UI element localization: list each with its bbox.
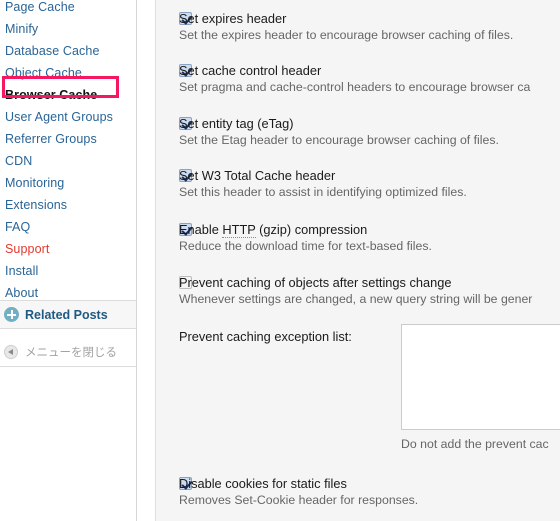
option-disable-cookies-static-files: Disable cookies for static files Removes… — [156, 475, 560, 508]
sidebar-item-monitoring[interactable]: Monitoring — [0, 172, 136, 194]
sidebar-item-database-cache[interactable]: Database Cache — [0, 40, 136, 62]
sidebar-item-cdn[interactable]: CDN — [0, 150, 136, 172]
option-label-enable-http-compression[interactable]: Enable HTTP (gzip) compression — [156, 221, 560, 238]
option-desc-prevent-caching-after-settings-change: Whenever settings are changed, a new que… — [179, 292, 533, 306]
compression-text: (gzip) compression — [255, 222, 368, 237]
sidebar-item-object-cache[interactable]: Object Cache — [0, 62, 136, 84]
option-desc-set-w3-total-cache-header: Set this header to assist in identifying… — [179, 185, 467, 199]
sidebar: Page Cache Minify Database Cache Object … — [0, 0, 137, 521]
sidebar-divider-middle — [0, 328, 136, 329]
triangle-left-icon — [4, 345, 18, 359]
sidebar-item-extensions[interactable]: Extensions — [0, 194, 136, 216]
option-desc-disable-cookies-static-files: Removes Set-Cookie header for responses. — [179, 493, 419, 507]
option-desc-set-entity-tag: Set the Etag header to encourage browser… — [179, 133, 499, 147]
option-set-w3-total-cache-header: Set W3 Total Cache header Set this heade… — [156, 167, 560, 200]
http-abbr: HTTP — [222, 222, 256, 238]
related-posts-item[interactable]: Related Posts — [0, 301, 136, 328]
sidebar-nav-list: Page Cache Minify Database Cache Object … — [0, 0, 136, 304]
browser-cache-settings-panel: Set expires header Set the expires heade… — [155, 0, 560, 521]
sidebar-item-referrer-groups[interactable]: Referrer Groups — [0, 128, 136, 150]
option-desc-set-cache-control-header: Set pragma and cache-control headers to … — [179, 80, 531, 94]
option-set-expires-header: Set expires header Set the expires heade… — [156, 10, 560, 43]
sidebar-item-minify[interactable]: Minify — [0, 18, 136, 40]
sidebar-item-browser-cache[interactable]: Browser Cache — [0, 84, 136, 106]
option-set-entity-tag: Set entity tag (eTag) Set the Etag heade… — [156, 115, 560, 148]
related-posts-label: Related Posts — [25, 307, 108, 322]
option-label-set-entity-tag[interactable]: Set entity tag (eTag) — [156, 115, 560, 132]
screen-root: Page Cache Minify Database Cache Object … — [0, 0, 560, 521]
option-label-set-cache-control-header[interactable]: Set cache control header — [156, 62, 560, 79]
option-label-prevent-caching-after-settings-change[interactable]: Prevent caching of objects after setting… — [156, 274, 560, 291]
sidebar-item-faq[interactable]: FAQ — [0, 216, 136, 238]
enable-text: Enable — [179, 222, 223, 237]
option-desc-enable-http-compression: Reduce the download time for text-based … — [179, 239, 432, 253]
option-desc-set-expires-header: Set the expires header to encourage brow… — [179, 28, 514, 42]
sidebar-item-install[interactable]: Install — [0, 260, 136, 282]
exception-list-label: Prevent caching exception list: — [179, 329, 352, 344]
sidebar-item-page-cache[interactable]: Page Cache — [0, 0, 136, 18]
option-set-cache-control-header: Set cache control header Set pragma and … — [156, 62, 560, 95]
sidebar-item-support[interactable]: Support — [0, 238, 136, 260]
option-enable-http-compression: Enable HTTP (gzip) compression Reduce th… — [156, 221, 560, 254]
collapse-menu-button[interactable]: メニューを閉じる — [0, 341, 136, 363]
option-prevent-caching-after-settings-change: Prevent caching of objects after setting… — [156, 274, 560, 307]
option-label-set-expires-header[interactable]: Set expires header — [156, 10, 560, 27]
exception-list-textarea[interactable] — [401, 324, 560, 430]
collapse-menu-label: メニューを閉じる — [25, 347, 117, 359]
sidebar-divider-bottom — [0, 366, 136, 367]
option-label-disable-cookies-static-files[interactable]: Disable cookies for static files — [156, 475, 560, 492]
plus-circle-icon — [4, 307, 19, 322]
exception-list-note: Do not add the prevent cac — [401, 437, 549, 451]
option-label-set-w3-total-cache-header[interactable]: Set W3 Total Cache header — [156, 167, 560, 184]
sidebar-item-user-agent-groups[interactable]: User Agent Groups — [0, 106, 136, 128]
